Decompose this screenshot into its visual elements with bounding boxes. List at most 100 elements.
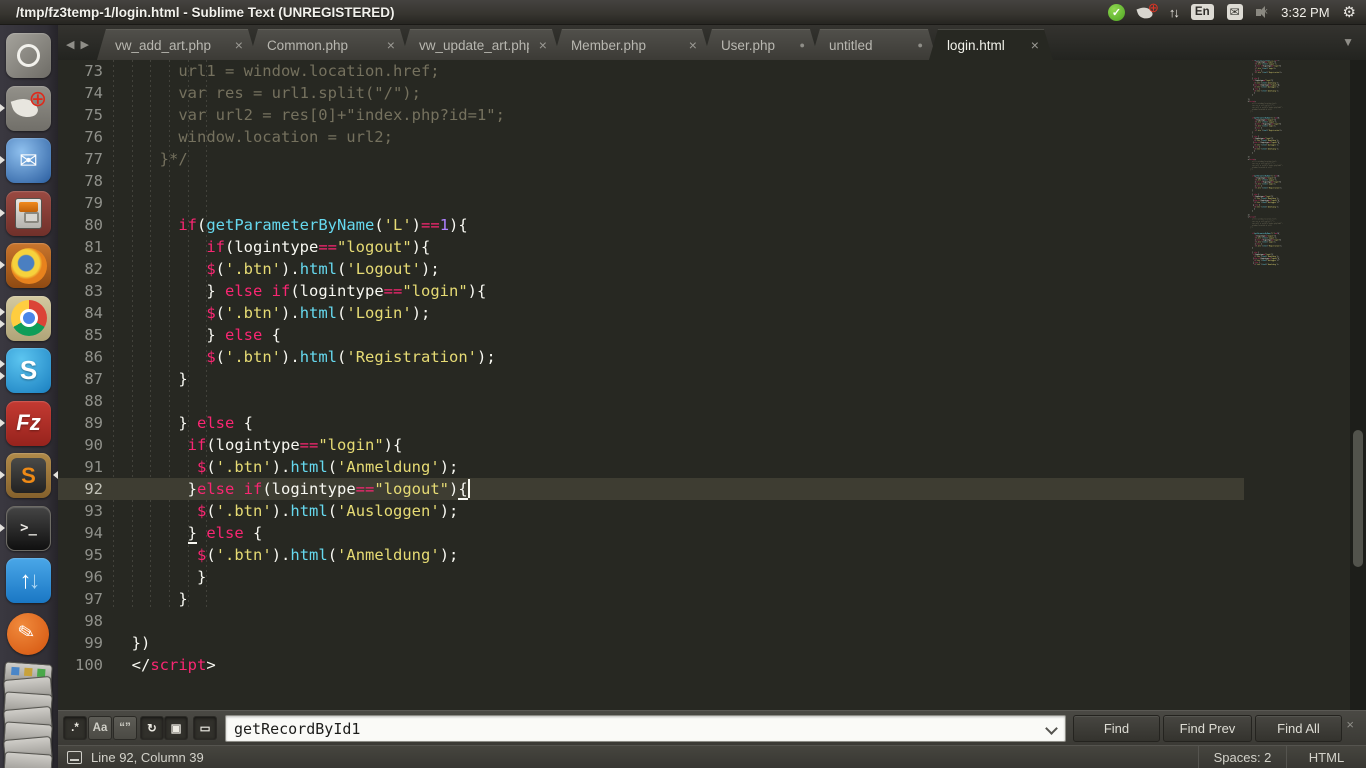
editor-view[interactable]: 73 url1 = window.location.href;74 var re… [58, 60, 1366, 710]
case-sensitive-toggle[interactable]: Aa [88, 716, 112, 740]
scrollbar-track[interactable] [1350, 57, 1366, 710]
tab-login.html[interactable]: login.html× [929, 29, 1053, 60]
running-indicator [0, 360, 5, 368]
launcher-item-filezilla[interactable]: Fz [0, 401, 58, 447]
code-line-73[interactable]: 73 url1 = window.location.href; [58, 60, 1244, 82]
code-line-87[interactable]: 87 } [58, 368, 1244, 390]
code-line-100[interactable]: 100 </script> [58, 654, 1244, 676]
tab-vw_update_art.php[interactable]: vw_update_art.php× [401, 29, 561, 60]
launcher-item-chrome[interactable] [0, 296, 58, 342]
launcher-item-window-stack[interactable] [0, 663, 58, 768]
line-number: 75 [58, 104, 112, 126]
status-panel-icon[interactable] [67, 751, 82, 764]
code-line-96[interactable]: 96 } [58, 566, 1244, 588]
sublime-text-icon: S [6, 453, 51, 498]
code-line-83[interactable]: 83 } else if(logintype=="login"){ [58, 280, 1244, 302]
code-line-76[interactable]: 76 window.location = url2; [58, 126, 1244, 148]
in-selection-toggle[interactable]: ▣ [164, 716, 188, 740]
tab-close-icon[interactable]: × [539, 37, 547, 53]
volume-muted-icon[interactable]: × [1256, 6, 1268, 18]
tab-close-icon[interactable]: × [689, 37, 697, 53]
code-line-97[interactable]: 97 } [58, 588, 1244, 610]
mail-icon[interactable]: ✉ [1227, 4, 1243, 20]
keyboard-layout-indicator[interactable]: En [1191, 4, 1214, 20]
screenshot-tray-icon[interactable]: ⊕ [1138, 4, 1156, 20]
code-line-89[interactable]: 89 } else { [58, 412, 1244, 434]
code-text: if(getParameterByName('L')==1){ [112, 214, 468, 236]
tab-User.php[interactable]: User.php● [703, 29, 819, 60]
code-text: } else { [112, 522, 262, 544]
code-line-81[interactable]: 81 if(logintype=="logout"){ [58, 236, 1244, 258]
clock[interactable]: 3:32 PM [1281, 5, 1329, 20]
filezilla-icon: Fz [6, 401, 51, 446]
focused-indicator [53, 471, 58, 479]
find-close-icon[interactable]: × [1346, 717, 1354, 732]
launcher-item-orange-tool[interactable]: ✎ [0, 611, 58, 657]
code-line-84[interactable]: 84 $('.btn').html('Login'); [58, 302, 1244, 324]
find-all-button[interactable]: Find All [1255, 715, 1342, 742]
launcher-item-terminal[interactable]: >_ [0, 506, 58, 552]
updates-ok-icon[interactable]: ✓ [1108, 4, 1125, 21]
tab-vw_add_art.php[interactable]: vw_add_art.php× [97, 29, 257, 60]
tab-close-icon[interactable]: × [235, 37, 243, 53]
whole-word-toggle[interactable]: “” [113, 716, 137, 740]
running-indicator [0, 209, 5, 217]
scrollbar-thumb[interactable] [1353, 430, 1363, 567]
wrap-toggle[interactable]: ↻ [140, 716, 164, 740]
regex-toggle[interactable]: .* [63, 716, 87, 740]
launcher-item-thunderbird[interactable]: ✉ [0, 138, 58, 184]
code-line-98[interactable]: 98 [58, 610, 1244, 632]
tab-Member.php[interactable]: Member.php× [553, 29, 711, 60]
launcher-item-skype[interactable]: S [0, 348, 58, 394]
launcher-item-sublime-text[interactable]: S [0, 453, 58, 499]
code-line-79[interactable]: 79 [58, 192, 1244, 214]
indentation-setting[interactable]: Spaces: 2 [1198, 746, 1286, 768]
tab-Common.php[interactable]: Common.php× [249, 29, 409, 60]
launcher-item-screenshot-tool[interactable]: ⊕ [0, 86, 58, 132]
cursor-position[interactable]: Line 92, Column 39 [91, 750, 1198, 765]
line-number: 81 [58, 236, 112, 258]
stacked-window-thumb[interactable] [3, 751, 53, 768]
find-button[interactable]: Find [1073, 715, 1160, 742]
code-line-91[interactable]: 91 $('.btn').html('Anmeldung'); [58, 456, 1244, 478]
code-text: var res = url1.split("/"); [112, 82, 421, 104]
code-line-88[interactable]: 88 [58, 390, 1244, 412]
code-line-85[interactable]: 85 } else { [58, 324, 1244, 346]
code-line-86[interactable]: 86 $('.btn').html('Registration'); [58, 346, 1244, 368]
code-line-93[interactable]: 93 $('.btn').html('Ausloggen'); [58, 500, 1244, 522]
code-line-92[interactable]: 92 }else if(logintype=="logout"){ [58, 478, 1244, 500]
minimap[interactable]: if(getParameterByName('L')==1){ if(login… [1244, 57, 1348, 707]
tab-scroll-left-icon[interactable]: ◀ [66, 38, 74, 51]
screenshot-tool-icon: ⊕ [6, 86, 51, 131]
running-indicator [0, 524, 5, 532]
tab-untitled[interactable]: untitled● [811, 29, 937, 60]
tab-close-icon[interactable]: × [1031, 37, 1039, 53]
launcher-item-sync-arrows[interactable]: ↑↓ [0, 558, 58, 604]
find-prev-button[interactable]: Find Prev [1163, 715, 1252, 742]
line-number: 97 [58, 588, 112, 610]
code-line-90[interactable]: 90 if(logintype=="login"){ [58, 434, 1244, 456]
highlight-matches-toggle[interactable]: ▭ [193, 716, 217, 740]
launcher-item-file-archiver[interactable] [0, 191, 58, 237]
code-line-82[interactable]: 82 $('.btn').html('Logout'); [58, 258, 1244, 280]
tab-scroll-right-icon[interactable]: ▶ [80, 38, 88, 51]
code-line-78[interactable]: 78 [58, 170, 1244, 192]
code-line-95[interactable]: 95 $('.btn').html('Anmeldung'); [58, 544, 1244, 566]
launcher-item-firefox[interactable] [0, 243, 58, 289]
code-line-75[interactable]: 75 var url2 = res[0]+"index.php?id=1"; [58, 104, 1244, 126]
launcher-item-ubuntu-dash[interactable] [0, 33, 58, 79]
code-line-74[interactable]: 74 var res = url1.split("/"); [58, 82, 1244, 104]
code-line-99[interactable]: 99 }) [58, 632, 1244, 654]
find-input[interactable] [225, 715, 1066, 742]
network-traffic-icon[interactable]: ↑↓ [1169, 5, 1178, 20]
tab-scroll-nav: ◀ ▶ [58, 38, 97, 60]
code-line-77[interactable]: 77 }*/ [58, 148, 1244, 170]
syntax-setting[interactable]: HTML [1286, 746, 1366, 768]
tab-close-icon[interactable]: × [387, 37, 395, 53]
tab-overflow-icon[interactable]: ▼ [1342, 35, 1354, 49]
line-number: 73 [58, 60, 112, 82]
session-gear-icon[interactable]: ⚙ [1343, 3, 1356, 21]
code-line-94[interactable]: 94 } else { [58, 522, 1244, 544]
running-indicator [0, 372, 5, 380]
code-line-80[interactable]: 80 if(getParameterByName('L')==1){ [58, 214, 1244, 236]
